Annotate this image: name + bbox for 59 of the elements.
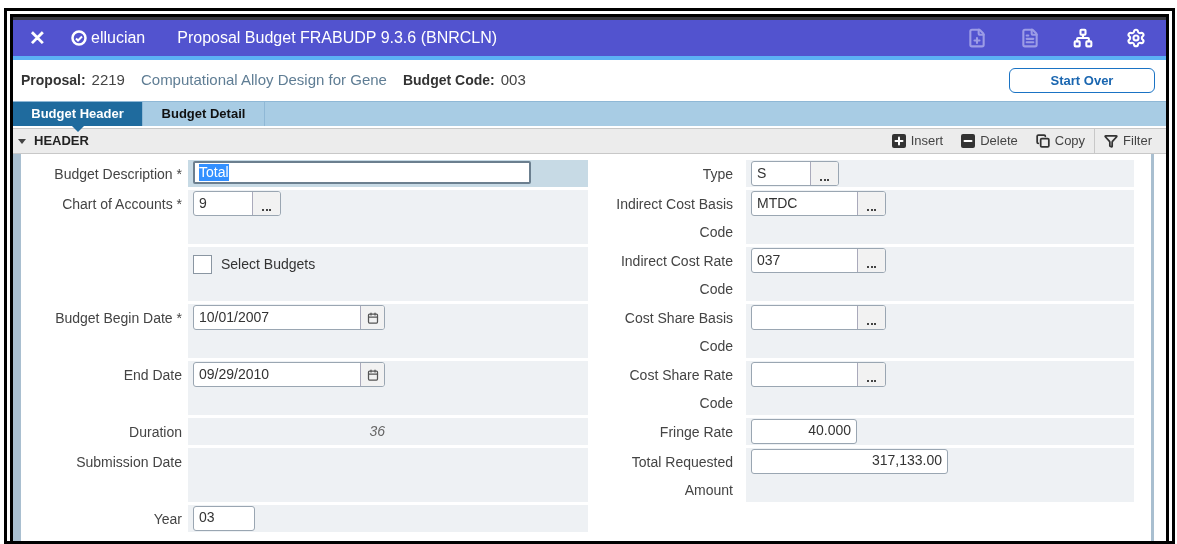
minus-icon — [961, 134, 976, 148]
lookup-field[interactable]: MTDC — [751, 191, 886, 216]
field-label: Chart of Accounts * — [62, 196, 182, 212]
lookup-field[interactable] — [751, 305, 886, 330]
lookup-button[interactable] — [252, 192, 280, 215]
input-field[interactable]: 03 — [193, 506, 255, 531]
toolbar-button[interactable]: Insert — [882, 129, 953, 153]
field-label: Fringe Rate — [659, 424, 733, 440]
input-field[interactable]: 40.000 — [751, 419, 857, 444]
lookup-button[interactable] — [810, 162, 838, 185]
calendar-icon[interactable] — [360, 306, 384, 329]
input-field[interactable]: 317,133.00 — [751, 449, 948, 474]
lookup-field[interactable]: 9 — [193, 191, 281, 216]
field-label: End Date — [123, 367, 182, 383]
lookup-button[interactable] — [857, 249, 885, 272]
plus-icon — [891, 134, 906, 148]
start-over-button[interactable]: Start Over — [1009, 68, 1155, 93]
context-label: Proposal: — [21, 71, 86, 90]
field-label: Indirect Cost Basis Code — [616, 196, 733, 240]
lookup-field[interactable] — [751, 362, 886, 387]
context-value: 003 — [500, 70, 526, 91]
toolbar-button[interactable]: Delete — [952, 129, 1027, 153]
lookup-button[interactable] — [857, 363, 885, 386]
tab[interactable]: Budget Detail — [143, 102, 265, 126]
field-label: Year — [153, 511, 182, 527]
close-button[interactable]: ✕ — [13, 23, 61, 53]
context-value: Computational Alloy Design for Gene — [140, 70, 387, 91]
hierarchy-icon[interactable] — [1073, 28, 1093, 48]
context-label: Budget Code: — [402, 71, 495, 90]
date-field[interactable]: 09/29/2010 — [193, 362, 385, 387]
field-label: Budget Begin Date * — [55, 310, 182, 326]
section-title: HEADER — [34, 132, 89, 151]
lookup-field[interactable]: S — [751, 161, 839, 186]
field-label: Cost Share Rate Code — [629, 367, 733, 411]
field-label: Cost Share Basis Code — [624, 310, 733, 354]
settings-icon[interactable] — [1126, 28, 1146, 48]
field-label: Total Requested Amount — [631, 454, 733, 498]
lookup-button[interactable] — [857, 192, 885, 215]
field-label: Duration — [129, 424, 182, 440]
field-label: Indirect Cost Rate Code — [620, 253, 733, 297]
window-title: Proposal Budget FRABUDP 9.3.6 (BNRCLN) — [177, 28, 498, 48]
duration-value: 36 — [368, 422, 385, 441]
checkbox[interactable] — [193, 255, 212, 274]
calendar-icon[interactable] — [360, 363, 384, 386]
toolbar-button[interactable]: Filter — [1094, 129, 1161, 153]
lookup-field[interactable]: 037 — [751, 248, 886, 273]
context-value: 2219 — [91, 70, 125, 91]
field-label: Budget Description * — [54, 166, 182, 182]
lookup-button[interactable] — [857, 306, 885, 329]
checkbox-label: Select Budgets — [221, 255, 316, 274]
field-label: Submission Date — [76, 454, 182, 470]
logo: ellucian — [71, 26, 146, 50]
toolbar-button[interactable]: Copy — [1026, 129, 1095, 153]
copy-icon — [1035, 134, 1050, 148]
collapse-icon[interactable] — [18, 138, 26, 144]
filter-icon — [1104, 134, 1119, 148]
logo-icon — [71, 30, 87, 46]
field-label: Type — [702, 166, 733, 182]
date-field[interactable]: 10/01/2007 — [193, 305, 385, 330]
